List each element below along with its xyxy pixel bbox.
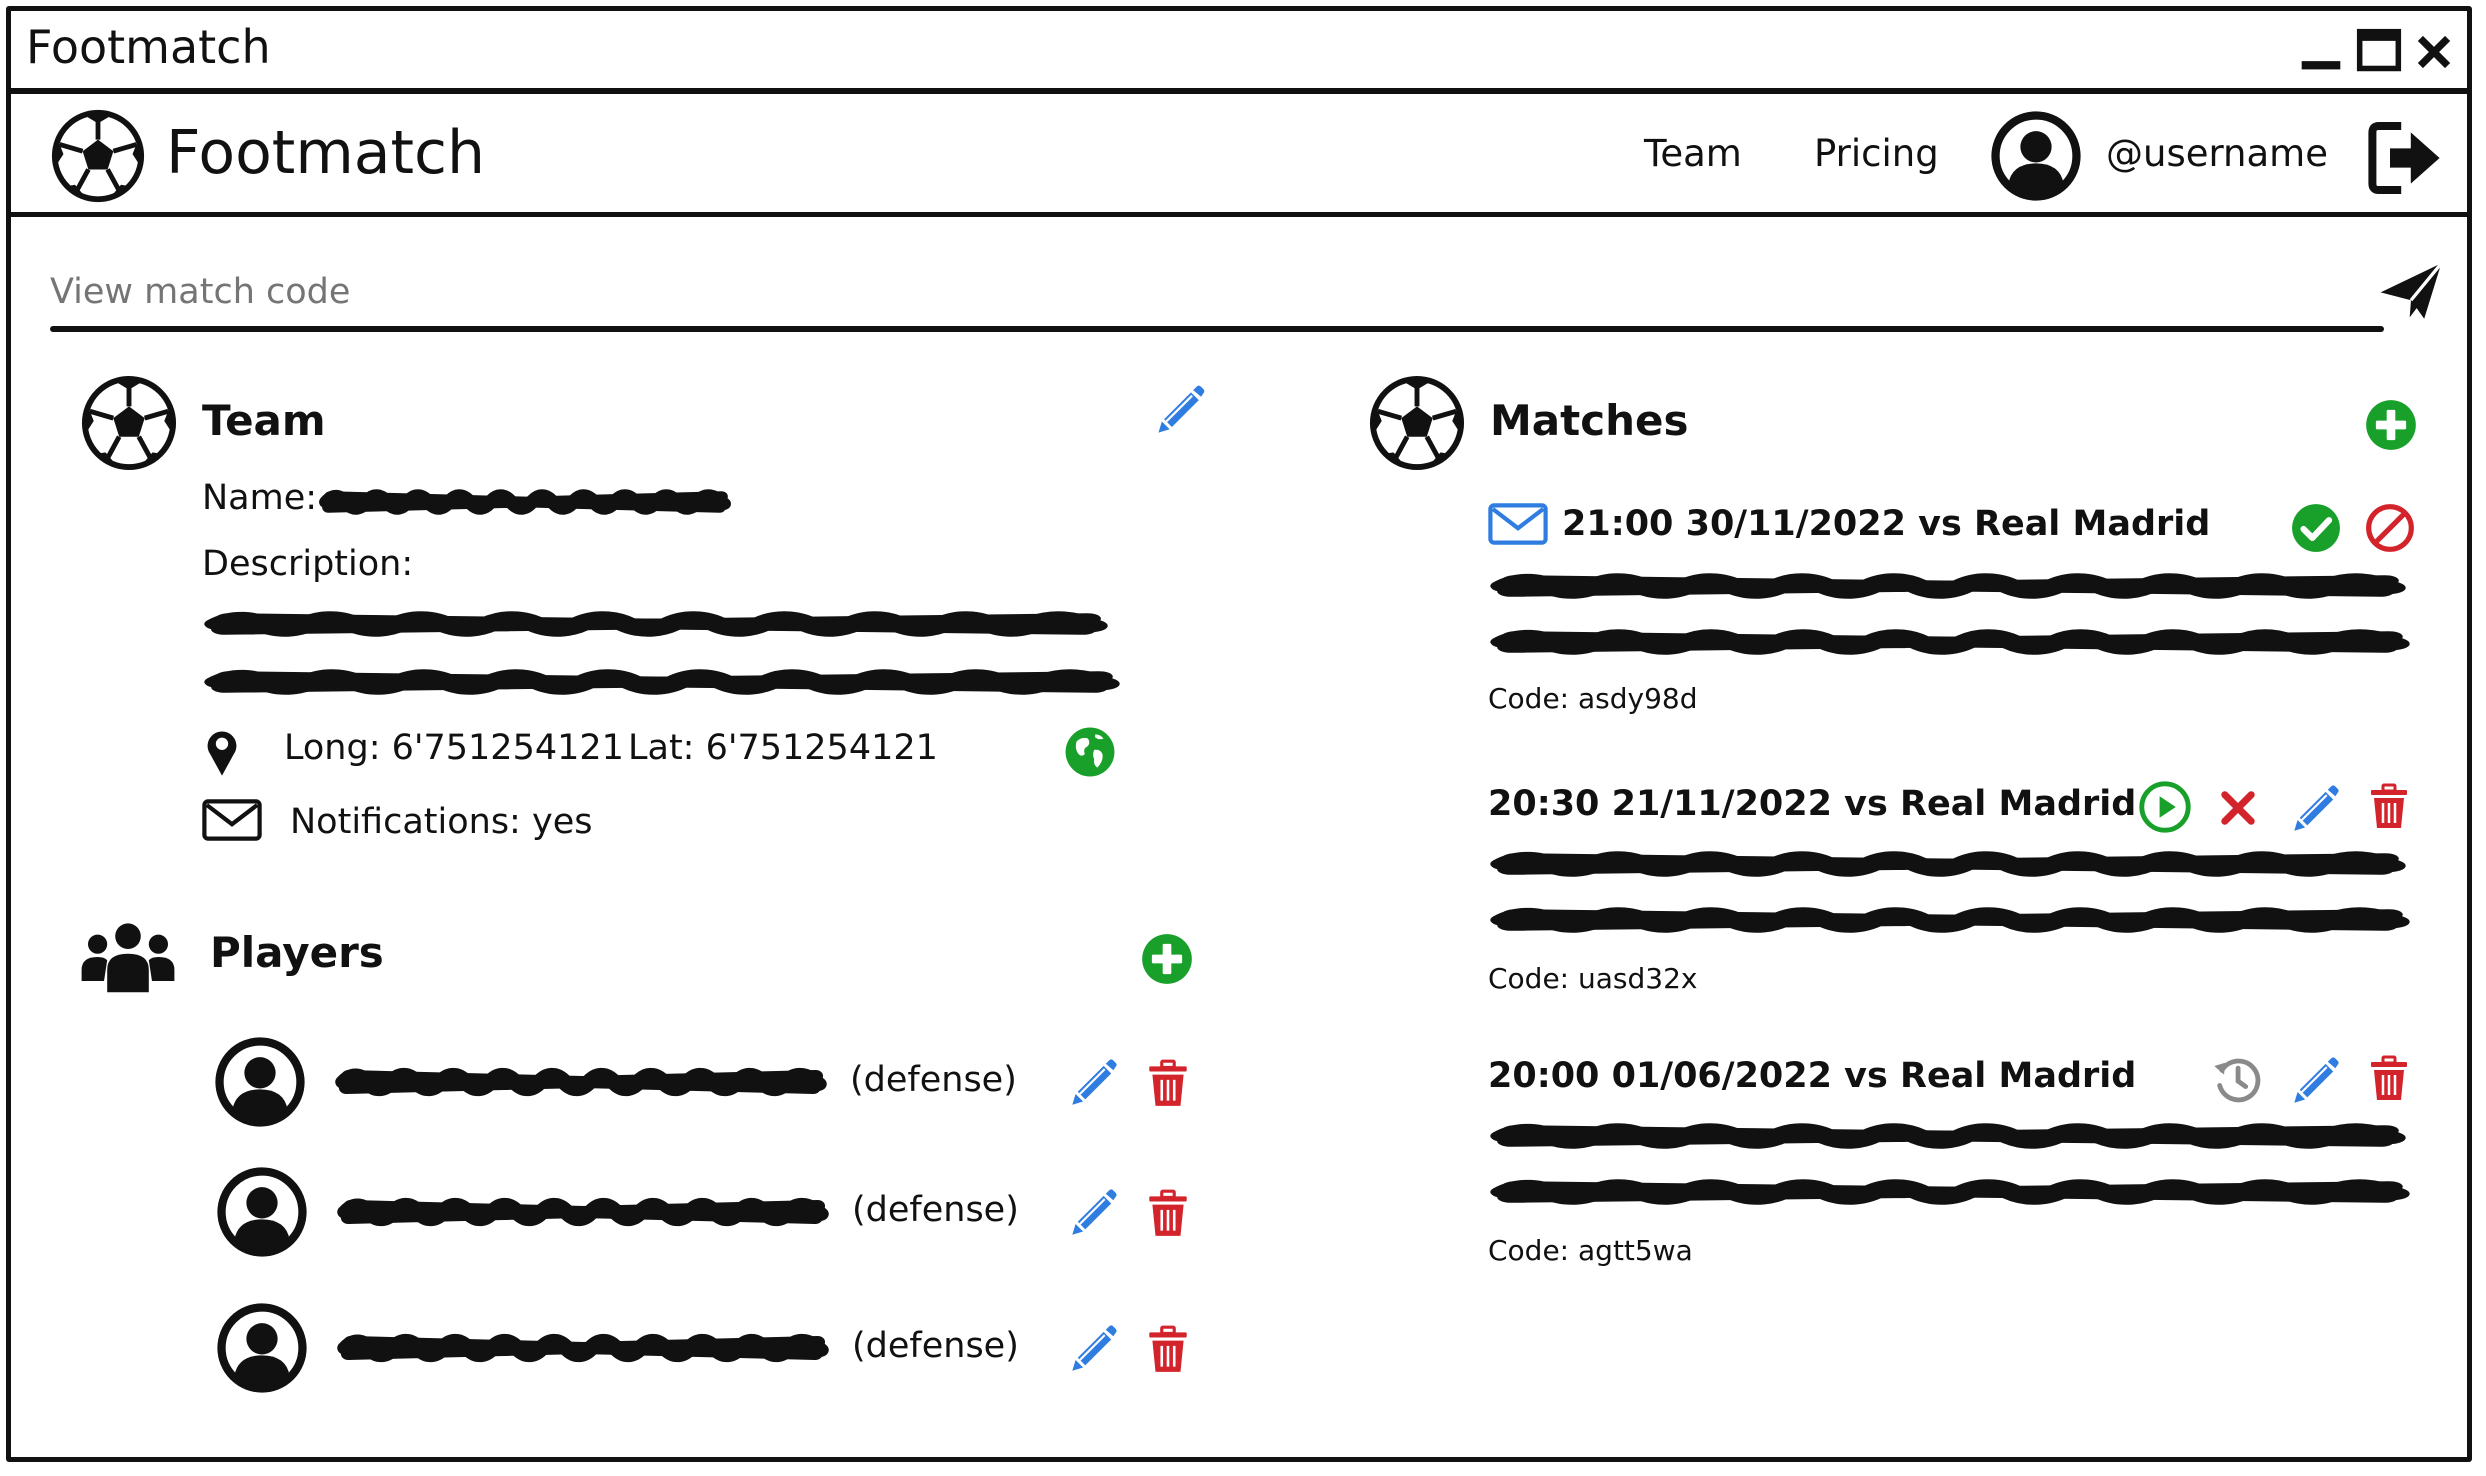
team-notifications: Notifications: yes (290, 802, 593, 842)
match-code-underline (50, 326, 2384, 332)
match-code: Code: uasd32x (1488, 962, 1698, 995)
edit-player-pencil-icon[interactable] (1068, 1054, 1122, 1108)
team-heading: Team (202, 396, 326, 445)
player-name-redacted (334, 1062, 828, 1102)
header-divider (6, 212, 2472, 217)
delete-player-trash-icon[interactable] (1142, 1184, 1194, 1242)
start-match-play-icon[interactable] (2138, 780, 2192, 834)
match-description-redacted-line (1488, 568, 2408, 604)
delete-match-trash-icon[interactable] (2364, 1050, 2414, 1106)
logout-icon[interactable] (2366, 118, 2446, 198)
delete-player-trash-icon[interactable] (1142, 1054, 1194, 1112)
titlebar-divider (6, 88, 2472, 94)
match-history-icon[interactable] (2210, 1052, 2264, 1106)
player-avatar-icon (216, 1166, 308, 1258)
reject-match-ban-icon[interactable] (2364, 502, 2416, 554)
window-title: Footmatch (26, 20, 271, 74)
cancel-match-x-icon[interactable] (2216, 786, 2260, 830)
add-match-button[interactable] (2364, 398, 2418, 452)
player-position: (defense) (852, 1190, 1019, 1230)
edit-team-pencil-icon[interactable] (1154, 380, 1210, 436)
edit-player-pencil-icon[interactable] (1068, 1184, 1122, 1238)
matches-soccer-ball-icon (1368, 374, 1466, 472)
match-code: Code: agtt5wa (1488, 1234, 1693, 1267)
username-link[interactable]: @username (2106, 132, 2328, 175)
player-position: (defense) (852, 1326, 1019, 1366)
delete-player-trash-icon[interactable] (1142, 1320, 1194, 1378)
match-description-redacted-line (1488, 902, 2412, 938)
edit-player-pencil-icon[interactable] (1068, 1320, 1122, 1374)
minimize-button[interactable] (2298, 28, 2344, 74)
send-icon[interactable] (2378, 258, 2444, 324)
team-name-redacted (318, 484, 732, 520)
player-avatar-icon (216, 1302, 308, 1394)
players-heading: Players (210, 928, 384, 977)
match-code: Code: asdy98d (1488, 682, 1698, 715)
match-code-input[interactable] (50, 264, 2350, 320)
match-title: 21:00 30/11/2022 vs Real Madrid (1562, 504, 2211, 544)
player-name-redacted (336, 1328, 830, 1368)
player-position: (defense) (850, 1060, 1017, 1100)
add-player-button[interactable] (1140, 932, 1194, 986)
team-description-redacted-line (202, 664, 1122, 700)
player-avatar-icon (214, 1036, 306, 1128)
match-description-redacted-line (1488, 624, 2412, 660)
team-name-label: Name: (202, 478, 318, 518)
maximize-button[interactable] (2356, 28, 2402, 74)
nav-team-link[interactable]: Team (1644, 132, 1742, 175)
invitation-envelope-icon (1488, 502, 1548, 546)
close-window-button[interactable] (2414, 32, 2454, 72)
team-latitude: Lat: 6'751254121 (628, 728, 938, 768)
delete-match-trash-icon[interactable] (2364, 778, 2414, 834)
match-description-redacted-line (1488, 1118, 2408, 1154)
matches-heading: Matches (1490, 396, 1689, 445)
accept-match-check-icon[interactable] (2290, 502, 2342, 554)
team-description-redacted-line (202, 606, 1110, 642)
match-description-redacted-line (1488, 846, 2408, 882)
player-name-redacted (336, 1192, 830, 1232)
edit-match-pencil-icon[interactable] (2290, 1052, 2344, 1106)
envelope-icon (202, 798, 262, 842)
soccer-ball-icon (50, 108, 146, 204)
match-description-redacted-line (1488, 1174, 2412, 1210)
nav-pricing-link[interactable]: Pricing (1814, 132, 1939, 175)
brand-name[interactable]: Footmatch (166, 118, 485, 188)
edit-match-pencil-icon[interactable] (2290, 780, 2344, 834)
team-description-label: Description: (202, 544, 414, 584)
team-longitude: Long: 6'751254121 (284, 728, 624, 768)
location-pin-icon (204, 726, 240, 778)
match-title: 20:30 21/11/2022 vs Real Madrid (1488, 784, 2137, 824)
users-group-icon (80, 914, 176, 1000)
match-title: 20:00 01/06/2022 vs Real Madrid (1488, 1056, 2137, 1096)
user-avatar-icon[interactable] (1990, 110, 2082, 202)
team-soccer-ball-icon (80, 374, 178, 472)
globe-icon[interactable] (1064, 726, 1116, 778)
